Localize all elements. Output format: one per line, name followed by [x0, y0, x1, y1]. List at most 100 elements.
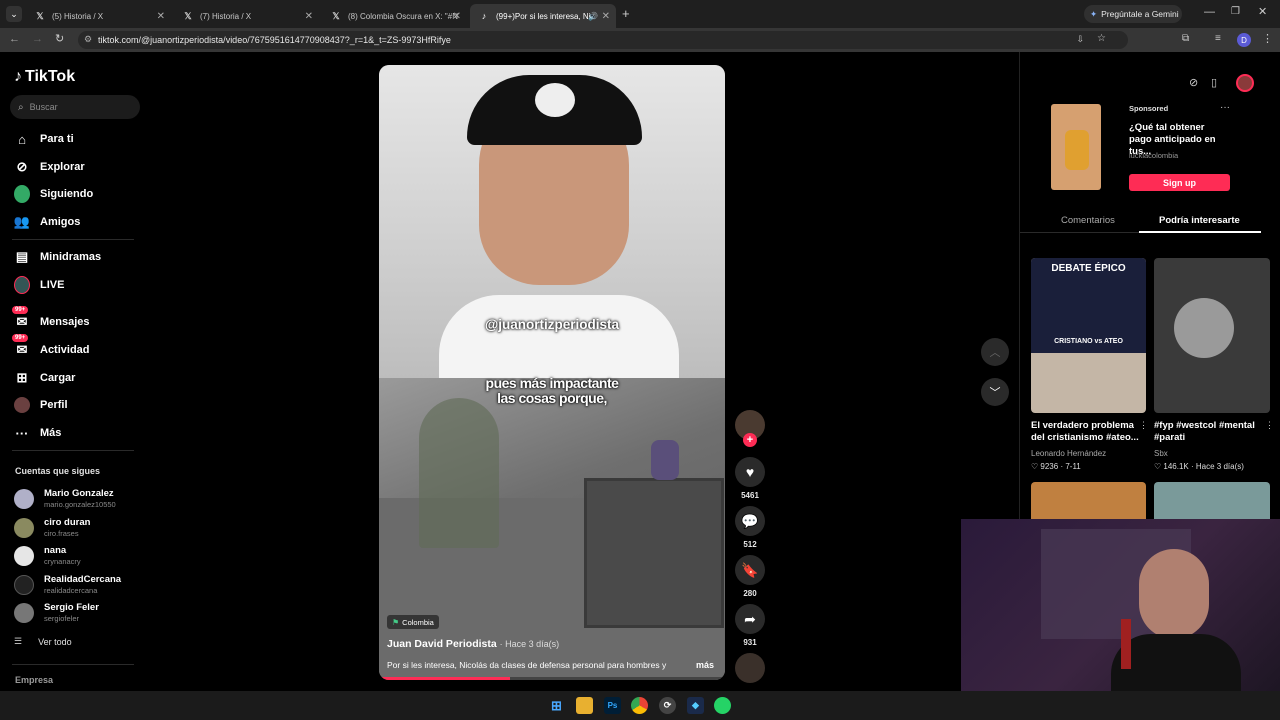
cap-logo	[535, 83, 575, 117]
windows-start-icon[interactable]: ⊞	[548, 697, 565, 714]
video-player[interactable]: @juanortizperiodista pues más impactante…	[379, 65, 725, 680]
suggested-video-thumb[interactable]	[1154, 482, 1270, 522]
nav-cargar[interactable]: ⊞ Cargar	[14, 367, 76, 389]
close-icon[interactable]: ✕	[453, 11, 461, 22]
like-action[interactable]: ♥ 5461	[735, 457, 765, 500]
author-avatar-action[interactable]: +	[735, 410, 765, 447]
live-icon	[14, 276, 30, 294]
tab-tiktok-active[interactable]: ♪ (99+)Por si les interesa, Nic 🔊 ✕	[470, 4, 616, 28]
whatsapp-icon[interactable]	[714, 697, 731, 714]
suggested-video-author[interactable]: Leonardo Hernández	[1031, 449, 1106, 458]
comment-action[interactable]: 💬 512	[735, 506, 765, 549]
ad-thumbnail[interactable]	[1051, 104, 1101, 190]
nav-actividad[interactable]: ✉ 99+ Actividad	[12, 334, 90, 361]
forward-icon[interactable]: →	[32, 33, 43, 45]
next-video-chevron-down-icon[interactable]: ﹀	[981, 378, 1009, 406]
follow-plus-icon[interactable]: +	[743, 433, 757, 447]
speaker-icon[interactable]: 🔊	[588, 12, 598, 21]
tab-comentarios[interactable]: Comentarios	[1061, 215, 1115, 226]
see-all-link[interactable]: ☰ Ver todo	[14, 636, 72, 647]
search-icon: ⌕	[18, 101, 24, 113]
location-tag[interactable]: ⚑ Colombia	[387, 615, 439, 629]
tab-podria-interesarte[interactable]: Podría interesarte	[1159, 215, 1240, 226]
share-action[interactable]: ➦ 931	[735, 604, 765, 647]
bookmark-star-icon[interactable]: ☆	[1097, 33, 1106, 44]
suggested-video-thumb[interactable]	[1031, 482, 1146, 522]
save-action[interactable]: 🔖 280	[735, 555, 765, 598]
ad-more-icon[interactable]: ···	[1220, 102, 1230, 113]
suggested-video-thumb[interactable]	[1154, 258, 1270, 413]
nav-minidramas[interactable]: ▤ Minidramas	[14, 246, 101, 268]
extensions-icon[interactable]: ⧉	[1182, 33, 1189, 44]
site-info-icon[interactable]: ⚙	[84, 34, 92, 45]
suggested-video-author[interactable]: Sbx	[1154, 449, 1168, 458]
suggested-video-title[interactable]: #fyp #westcol #mental #parati	[1154, 420, 1264, 444]
file-explorer-icon[interactable]	[576, 697, 593, 714]
close-icon[interactable]: ✕	[305, 11, 313, 22]
following-account[interactable]: nana crynanacry	[14, 545, 81, 566]
prev-video-chevron-up-icon[interactable]: ︿	[981, 338, 1009, 366]
following-account[interactable]: RealidadCercana realidadcercana	[14, 574, 121, 595]
photoshop-icon[interactable]: Ps	[604, 697, 621, 714]
menu-kebab-icon[interactable]: ⋮	[1262, 32, 1273, 45]
window-close-icon[interactable]: ✕	[1258, 5, 1267, 18]
app-icon[interactable]: ◆	[687, 697, 704, 714]
chrome-icon[interactable]	[631, 697, 648, 714]
search-input[interactable]: ⌕ Buscar	[10, 95, 140, 119]
nav-para-ti[interactable]: ⌂ Para ti	[14, 128, 74, 150]
thumb-title: DEBATE ÉPICO	[1051, 263, 1126, 274]
sound-disc-action[interactable]	[735, 653, 765, 683]
close-icon[interactable]: ✕	[157, 11, 165, 22]
footer-empresa[interactable]: Empresa	[15, 675, 53, 685]
suggested-video-title[interactable]: El verdadero problema del cristianismo #…	[1031, 420, 1143, 444]
suggested-video-thumb[interactable]: DEBATE ÉPICO CRISTIANO vs ATEO	[1031, 258, 1146, 413]
back-icon[interactable]: ←	[9, 33, 20, 45]
more-button[interactable]: más	[696, 660, 714, 670]
reload-icon[interactable]: ↻	[55, 32, 64, 45]
account-name: nana	[44, 545, 67, 556]
tab-colombia-oscura[interactable]: 𝕏 (8) Colombia Oscura en X: "#N ✕	[322, 4, 467, 28]
minimize-icon[interactable]: —	[1204, 6, 1215, 18]
nav-amigos[interactable]: 👥 Amigos	[14, 211, 80, 233]
following-account[interactable]: ciro duran ciro.frases	[14, 517, 90, 538]
profile-icon	[14, 397, 30, 413]
compass-icon[interactable]: ⊘	[1189, 76, 1198, 89]
minidramas-icon: ▤	[15, 249, 29, 264]
url-field[interactable]: ⚙ tiktok.com/@juanortizperiodista/video/…	[78, 31, 1128, 49]
new-tab-icon[interactable]: +	[622, 6, 630, 21]
divider	[12, 450, 134, 451]
nav-explorar[interactable]: ⊘ Explorar	[14, 156, 85, 178]
profile-avatar-icon[interactable]: D	[1237, 33, 1251, 47]
avatar	[14, 574, 34, 595]
sign-up-button[interactable]: Sign up	[1129, 174, 1230, 191]
nav-mensajes[interactable]: ✉ 99+ Mensajes	[12, 306, 90, 333]
user-avatar-icon[interactable]	[1236, 74, 1254, 92]
search-placeholder: Buscar	[29, 102, 58, 112]
nav-mas[interactable]: ··· Más	[14, 422, 62, 444]
gemini-icon: ✦	[1090, 8, 1098, 19]
following-account[interactable]: Mario Gonzalez mario.gonzalez10550	[14, 488, 116, 509]
app-icon[interactable]: ⟳	[659, 697, 676, 714]
nav-live[interactable]: LIVE	[14, 274, 64, 296]
x-logo-icon: 𝕏	[184, 10, 192, 21]
card-more-icon[interactable]: ⋮	[1265, 420, 1274, 431]
nav-perfil[interactable]: Perfil	[14, 394, 68, 416]
media-controls-icon[interactable]: ≡	[1215, 33, 1221, 44]
gemini-button[interactable]: ✦ Pregúntale a Gemini	[1084, 5, 1182, 23]
share-icon: ➦	[735, 604, 765, 634]
tab-historia-2[interactable]: 𝕏 (7) Historia / X ✕	[174, 4, 319, 28]
nav-siguiendo[interactable]: Siguiendo	[14, 183, 93, 205]
device-icon[interactable]: ▯	[1211, 76, 1217, 89]
following-account[interactable]: Sergio Feler sergiofeler	[14, 602, 99, 623]
tiktok-logo[interactable]: ♪ TikTok	[14, 68, 75, 86]
install-icon[interactable]: ⇩	[1076, 34, 1084, 45]
microphone	[1121, 619, 1131, 669]
account-handle: sergiofeler	[44, 614, 80, 623]
close-icon[interactable]: ✕	[602, 11, 610, 22]
restore-icon[interactable]: ❐	[1231, 6, 1240, 17]
video-author[interactable]: Juan David Periodista	[387, 638, 497, 650]
tab-historia-1[interactable]: 𝕏 (5) Historia / X ✕	[26, 4, 171, 28]
tab-list-chevron-icon[interactable]: ⌄	[6, 6, 22, 22]
card-more-icon[interactable]: ⋮	[1139, 420, 1148, 431]
progress-track[interactable]	[379, 677, 725, 680]
